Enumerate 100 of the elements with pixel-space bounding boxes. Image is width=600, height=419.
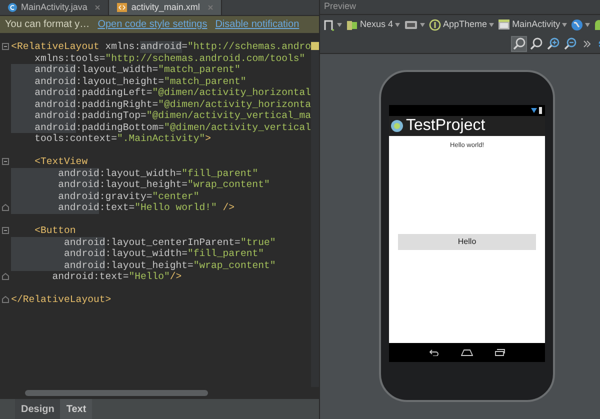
code-token: xmlns:tools=	[34, 52, 106, 64]
code-token: android	[11, 248, 106, 260]
code-token: android	[140, 41, 182, 52]
code-token: android	[11, 76, 76, 87]
fold-icon[interactable]	[2, 43, 10, 50]
app-button[interactable]: Hello	[398, 234, 536, 250]
caret-icon	[562, 22, 568, 26]
toolbar-dropdown[interactable]: AppTheme	[429, 18, 494, 32]
code-token: tools:context=	[34, 133, 117, 144]
code-token: :paddingTop=	[76, 110, 146, 122]
xml-file-icon	[117, 3, 128, 12]
home-icon[interactable]	[461, 349, 474, 356]
code-token: "@dimen/activity_vertical	[164, 122, 311, 133]
toolbar-dropdown[interactable]: MainActivity	[498, 18, 568, 32]
caret-icon	[337, 22, 342, 26]
code-token: <TextView	[34, 156, 88, 168]
code-token: android	[11, 122, 76, 133]
panel-title: Preview	[324, 0, 356, 14]
tab-label: activity_main.xml	[131, 0, 200, 14]
code-token: :paddingRight=	[76, 98, 158, 110]
toolbar-dropdown[interactable]	[323, 18, 342, 30]
code-token: "wrap_content"	[188, 179, 270, 190]
bottom-tab[interactable]: Design	[15, 399, 60, 419]
code-token: "@dimen/activity_horizonta	[158, 98, 311, 110]
bottom-tab[interactable]: Text	[60, 399, 92, 419]
layout-icon	[323, 18, 335, 30]
code-token: :text=	[99, 202, 135, 214]
code-token: android	[11, 190, 100, 202]
code-token: "match_parent"	[158, 64, 240, 76]
fold-end-icon[interactable]	[2, 296, 10, 304]
code-token: android	[11, 168, 100, 179]
code-token: :layout_centerInParent=	[105, 236, 240, 248]
code-token: "match_parent"	[164, 76, 246, 87]
code-token: :layout_width=	[99, 168, 182, 179]
status-square-icon	[311, 42, 319, 50]
code-token: "@dimen/activity_vertical_ma	[146, 110, 311, 122]
theme-icon	[429, 18, 442, 30]
toolbar-dropdown[interactable]: Nexus 4	[346, 18, 400, 32]
caret-icon	[585, 22, 590, 26]
code-token: android	[11, 64, 76, 76]
search-icon	[512, 37, 526, 50]
notification-link[interactable]: Disable notification	[215, 17, 300, 32]
code-token: >	[205, 133, 212, 144]
code-token: android	[11, 98, 76, 110]
fold-icon[interactable]	[2, 158, 10, 166]
code-token: android:text=	[51, 271, 129, 282]
code-token: "Hello"	[128, 271, 170, 282]
code-token: android	[11, 179, 100, 190]
code-token: :layout_height=	[99, 179, 188, 190]
code-token: "http://schemas.andro	[188, 41, 311, 52]
caret-icon	[395, 22, 400, 26]
code-token: "fill_parent"	[188, 248, 264, 260]
code-token: :layout_width=	[105, 248, 188, 260]
code-token: xmlns:	[104, 41, 140, 52]
fold-end-icon[interactable]	[2, 273, 10, 280]
code-token: "@dimen/activity_horizontal	[152, 87, 311, 98]
back-icon[interactable]	[429, 349, 440, 356]
code-token: :layout_height=	[76, 76, 164, 87]
code-token: android	[11, 236, 106, 248]
code-token: "http://schemas.android.com/tools"	[105, 52, 306, 64]
toolbar-dropdown[interactable]	[571, 18, 590, 30]
code-token: "fill_parent"	[182, 168, 258, 179]
tab-label: MainActivity.java	[21, 0, 88, 14]
notification-text: You can format y…	[5, 18, 90, 32]
class-icon	[8, 3, 17, 12]
wifi-icon	[531, 108, 538, 113]
recents-icon[interactable]	[495, 349, 506, 356]
horizontal-scrollbar[interactable]	[25, 390, 208, 396]
fold-end-icon[interactable]	[2, 204, 10, 212]
code-token: ".MainActivity"	[116, 133, 206, 144]
code-token: android	[11, 202, 100, 214]
code-token: :paddingLeft=	[76, 87, 152, 98]
code-token: "center"	[152, 190, 200, 202]
code-token: "wrap_content"	[193, 260, 276, 271]
code-token: =	[182, 41, 188, 52]
orientation-icon	[404, 18, 418, 30]
code-token: <RelativeLayout	[11, 41, 100, 52]
code-token: :layout_height=	[105, 260, 194, 271]
zoom-out-icon	[564, 37, 577, 50]
caret-icon	[420, 22, 426, 26]
chevrons-icon	[583, 40, 592, 48]
app-icon	[391, 120, 404, 132]
code-token: "true"	[240, 236, 276, 248]
caret-icon	[489, 22, 494, 26]
editor-tab[interactable]: activity_main.xml	[109, 0, 222, 15]
fold-icon[interactable]	[2, 227, 10, 234]
magnifier-icon	[530, 37, 543, 50]
toolbar-dropdown[interactable]	[404, 18, 426, 30]
code-token: android	[11, 87, 76, 98]
code-token: :gravity=	[99, 190, 152, 202]
code-token: "Hello world!"	[134, 202, 217, 214]
notification-link[interactable]: Open code style settings	[98, 17, 208, 32]
code-token: />	[170, 271, 182, 282]
battery-icon	[539, 107, 542, 114]
code-token: />	[222, 202, 235, 214]
code-token: android	[11, 260, 106, 271]
code-token: :layout_width=	[76, 64, 158, 76]
code-token: </RelativeLayout>	[11, 294, 112, 306]
code-token: <Button	[34, 225, 76, 236]
code-token: :paddingBottom=	[76, 122, 164, 133]
